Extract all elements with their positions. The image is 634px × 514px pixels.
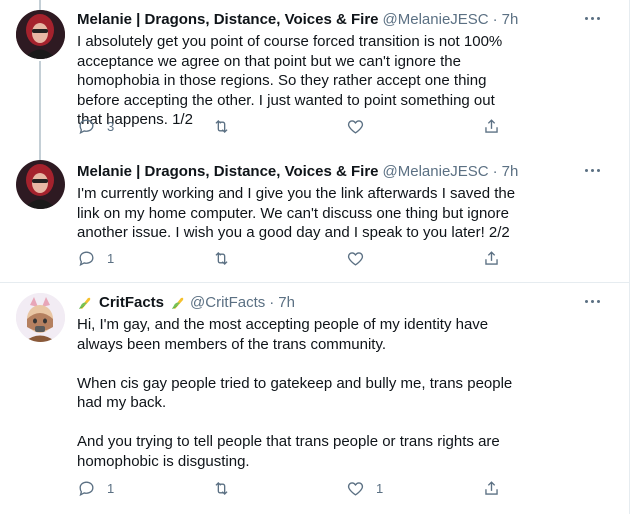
timestamp[interactable]: 7h <box>278 293 295 313</box>
display-name[interactable]: CritFacts <box>99 293 164 313</box>
reply-count: 1 <box>107 481 115 496</box>
retweet-icon <box>215 482 228 495</box>
tweet-text: I'm currently working and I give you the… <box>77 185 520 241</box>
more-options-icon[interactable] <box>577 6 607 30</box>
avatar[interactable] <box>16 160 65 209</box>
tweet-content: CritFacts @CritFacts · 7h Hi, I'm gay, a… <box>77 293 607 471</box>
avatar[interactable] <box>16 10 65 59</box>
thread-line <box>39 0 41 10</box>
share-icon <box>485 251 498 265</box>
heart-icon <box>347 120 364 134</box>
avatar[interactable] <box>16 293 65 342</box>
reply-count: 1 <box>107 251 115 266</box>
reply-button[interactable]: 3 <box>77 117 114 136</box>
tweet-text: I absolutely get you point of course for… <box>77 33 507 128</box>
tweet-content: Melanie | Dragons, Distance, Voices & Fi… <box>77 162 607 243</box>
retweet-button[interactable] <box>212 479 242 498</box>
reply-icon <box>79 481 94 497</box>
thread-line <box>39 61 41 152</box>
display-name[interactable]: Melanie | Dragons, Distance, Voices & Fi… <box>77 10 379 30</box>
retweet-button[interactable] <box>212 117 242 136</box>
like-button[interactable] <box>346 117 376 136</box>
timestamp[interactable]: 7h <box>502 10 519 30</box>
retweet-icon <box>215 120 228 133</box>
share-button[interactable] <box>482 117 501 136</box>
like-count: 1 <box>376 481 384 496</box>
timestamp[interactable]: 7h <box>502 162 519 182</box>
heart-icon <box>347 482 364 496</box>
reply-button[interactable]: 1 <box>77 249 114 268</box>
user-handle[interactable]: @MelanieJESC <box>383 10 489 30</box>
reply-count: 3 <box>107 119 115 134</box>
corn-emoji-icon <box>172 297 184 309</box>
reply-button[interactable]: 1 <box>77 479 114 498</box>
like-button[interactable]: 1 <box>346 479 383 498</box>
tweet[interactable]: Melanie | Dragons, Distance, Voices & Fi… <box>0 0 630 152</box>
tweet-text: Hi, I'm gay, and the most accepting peop… <box>77 316 513 470</box>
tweet-content: Melanie | Dragons, Distance, Voices & Fi… <box>77 10 607 130</box>
share-button[interactable] <box>482 249 501 268</box>
retweet-button[interactable] <box>212 249 242 268</box>
like-button[interactable] <box>346 249 376 268</box>
more-options-icon[interactable] <box>577 289 607 313</box>
tweet-header: Melanie | Dragons, Distance, Voices & Fi… <box>77 162 607 182</box>
tweet-header: Melanie | Dragons, Distance, Voices & Fi… <box>77 10 607 30</box>
display-name[interactable]: Melanie | Dragons, Distance, Voices & Fi… <box>77 162 379 182</box>
more-options-icon[interactable] <box>577 158 607 182</box>
separator: · <box>492 11 498 28</box>
share-icon <box>485 481 498 495</box>
reply-icon <box>79 251 94 267</box>
share-button[interactable] <box>482 479 501 498</box>
retweet-icon <box>215 252 228 265</box>
thread-line <box>39 152 41 160</box>
tweet[interactable]: Melanie | Dragons, Distance, Voices & Fi… <box>0 152 630 282</box>
heart-icon <box>347 252 364 266</box>
corn-emoji-icon <box>79 297 91 309</box>
user-handle[interactable]: @CritFacts <box>190 293 265 313</box>
tweet[interactable]: CritFacts @CritFacts · 7h Hi, I'm gay, a… <box>0 283 630 514</box>
share-icon <box>485 119 498 133</box>
user-handle[interactable]: @MelanieJESC <box>383 162 489 182</box>
separator: · <box>492 163 498 180</box>
reply-icon <box>79 119 94 135</box>
separator: · <box>269 294 275 311</box>
tweet-header: CritFacts @CritFacts · 7h <box>77 293 607 313</box>
